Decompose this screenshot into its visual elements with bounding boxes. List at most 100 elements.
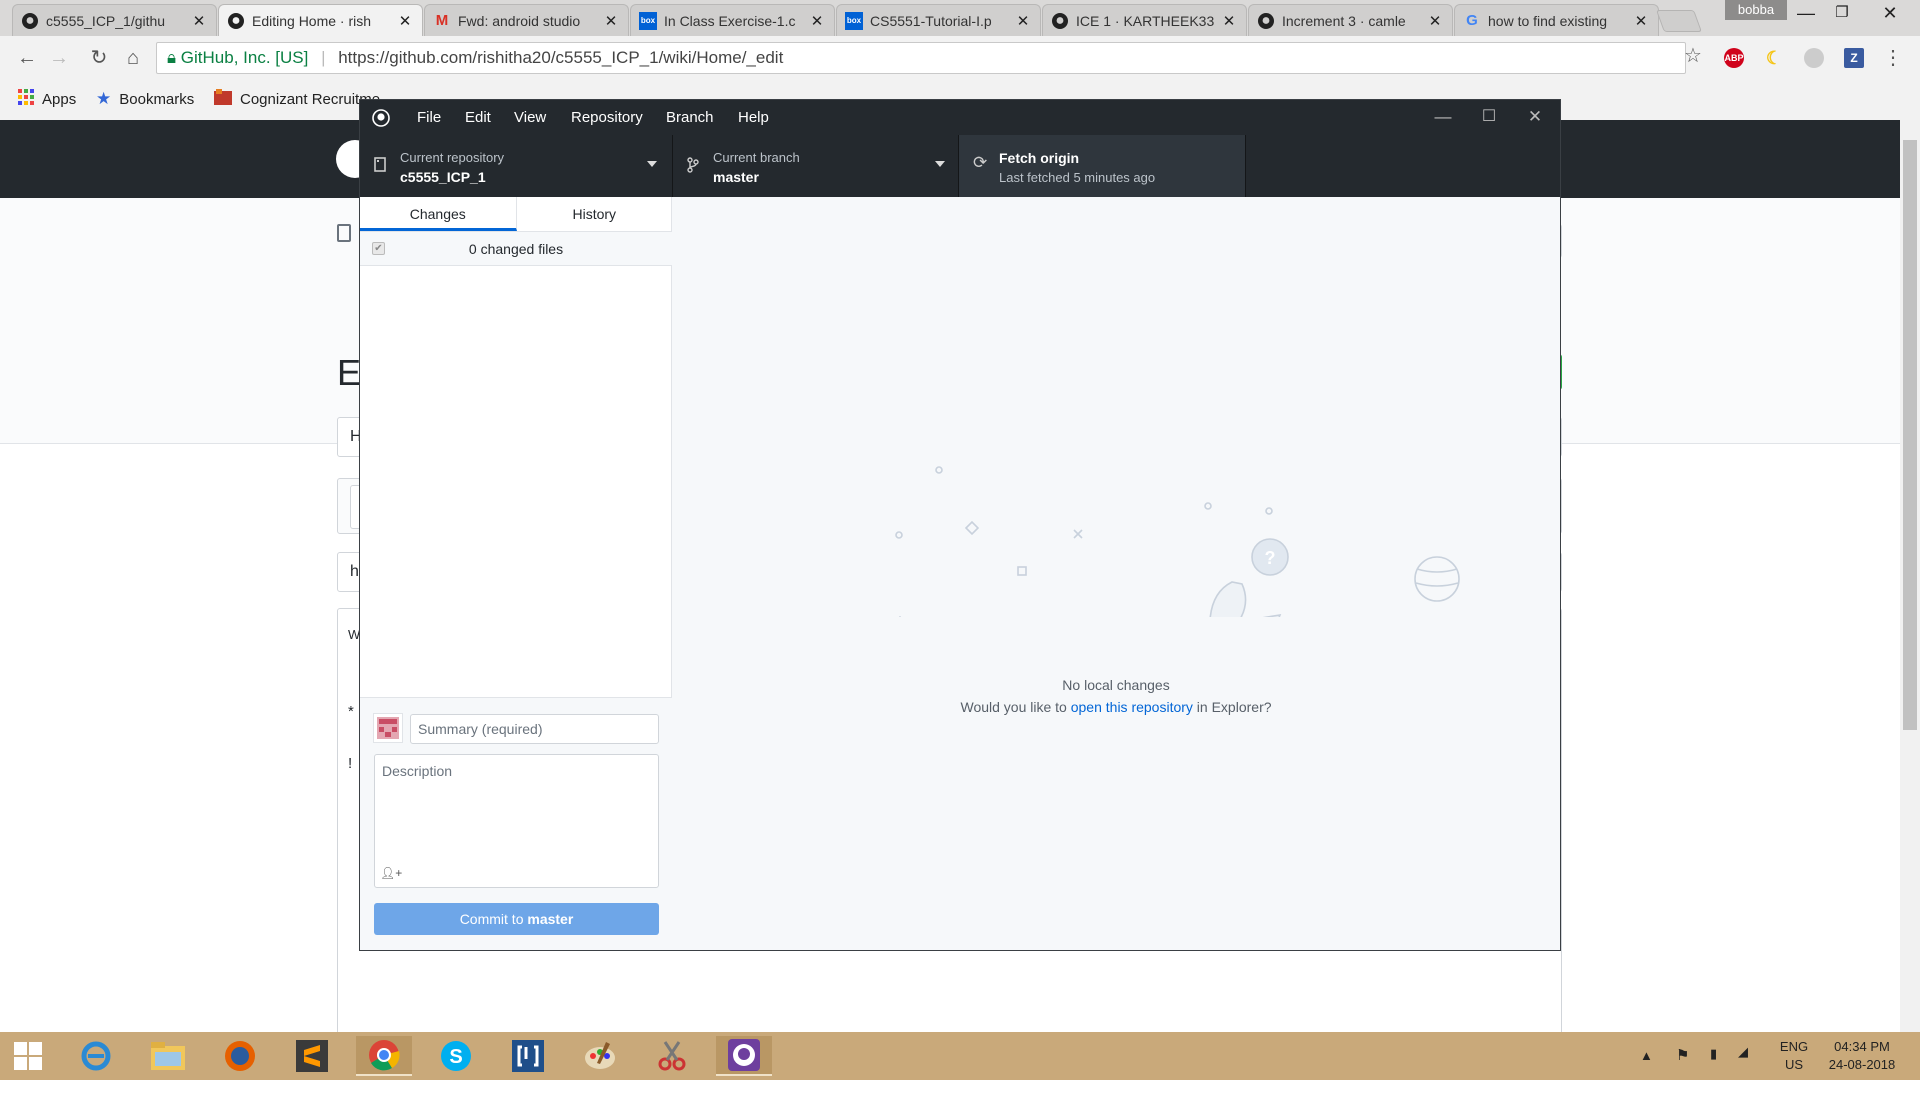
- minimize-icon[interactable]: —: [1786, 0, 1826, 28]
- browser-tab-5[interactable]: box CS5551-Tutorial-I.p ✕: [836, 4, 1041, 36]
- close-icon[interactable]: ✕: [1512, 100, 1558, 135]
- avatar: [373, 713, 403, 743]
- chrome-icon[interactable]: [356, 1036, 412, 1076]
- language-indicator[interactable]: ENG US: [1774, 1038, 1814, 1086]
- z-extension-icon[interactable]: Z: [1844, 48, 1864, 68]
- page-scrollbar-thumb[interactable]: [1903, 140, 1917, 730]
- sidebar-tabs: Changes History: [360, 197, 672, 232]
- paint-icon[interactable]: [572, 1036, 628, 1076]
- windows-start-icon[interactable]: [0, 1036, 56, 1076]
- flag-icon[interactable]: ⚑: [1676, 1046, 1689, 1094]
- subtitle-pre: Would you like to: [960, 699, 1071, 715]
- description-input[interactable]: Description: [374, 754, 659, 888]
- sublime-text-icon[interactable]: [284, 1036, 340, 1076]
- tab-title: c5555_ICP_1/githu: [46, 12, 166, 29]
- close-tab-icon[interactable]: ✕: [1220, 12, 1238, 30]
- blankslate-illustration: ?: [895, 466, 1460, 617]
- content-line: *: [348, 703, 354, 720]
- browser-tab-4[interactable]: box In Class Exercise-1.c ✕: [630, 4, 835, 36]
- no-changes-title: No local changes: [1062, 677, 1170, 693]
- bookmark-bookmarks[interactable]: ★ Bookmarks: [96, 89, 194, 109]
- site-identity[interactable]: GitHub, Inc. [US]: [181, 48, 309, 67]
- repo-icon: [337, 224, 351, 242]
- bookmark-label: Apps: [42, 90, 77, 108]
- tab-history[interactable]: History: [517, 197, 673, 231]
- fetch-label: Fetch origin: [999, 150, 1080, 166]
- restore-icon[interactable]: ❐: [1822, 0, 1862, 28]
- adblock-extension-icon[interactable]: ABP: [1724, 48, 1744, 68]
- github-icon: [227, 12, 245, 30]
- close-tab-icon[interactable]: ✕: [1014, 12, 1032, 30]
- close-tab-icon[interactable]: ✕: [1426, 12, 1444, 30]
- circle-extension-icon[interactable]: [1804, 48, 1824, 68]
- browser-tab-3[interactable]: M Fwd: android studio ✕: [424, 4, 629, 36]
- forward-arrow-icon[interactable]: →: [44, 44, 74, 72]
- windows-taskbar: S ▲ ⚑ ▮ ◢ ENG US 04:34 PM 24-08-2018: [0, 1032, 1920, 1080]
- browser-tab-1[interactable]: c5555_ICP_1/githu ✕: [12, 4, 217, 36]
- menu-help[interactable]: Help: [738, 100, 769, 135]
- maximize-icon[interactable]: ☐: [1466, 100, 1512, 135]
- close-window-icon[interactable]: ✕: [1870, 0, 1910, 28]
- clock[interactable]: 04:34 PM 24-08-2018: [1820, 1038, 1904, 1086]
- internet-explorer-icon[interactable]: [68, 1036, 124, 1076]
- bracket-app-icon[interactable]: [500, 1036, 556, 1076]
- tab-title: In Class Exercise-1.c: [664, 12, 796, 29]
- commit-form: Summary (required) Description 👤︎+ Commi…: [360, 697, 672, 950]
- browser-tab-6[interactable]: ICE 1 · KARTHEEK33 ✕: [1042, 4, 1247, 36]
- subtitle-post: in Explorer?: [1192, 699, 1272, 715]
- close-tab-icon[interactable]: ✕: [1632, 12, 1650, 30]
- menu-file[interactable]: File: [417, 100, 441, 135]
- changed-files-count: 0 changed files: [468, 241, 564, 257]
- moon-extension-icon[interactable]: ☾: [1764, 48, 1784, 68]
- browser-tab-8[interactable]: G how to find existing ✕: [1454, 4, 1659, 36]
- bookmark-cognizant[interactable]: Cognizant Recruitme: [214, 89, 380, 109]
- browser-tab-2[interactable]: Editing Home · rish ✕: [218, 4, 423, 36]
- summary-input[interactable]: Summary (required): [410, 714, 659, 744]
- current-repository-button[interactable]: Current repository c5555_ICP_1: [360, 135, 673, 197]
- skype-icon[interactable]: S: [428, 1036, 484, 1076]
- minimize-icon[interactable]: —: [1420, 100, 1466, 135]
- desktop-titlebar: File Edit View Repository Branch Help — …: [360, 100, 1560, 135]
- menu-repository[interactable]: Repository: [571, 100, 643, 135]
- menu-view[interactable]: View: [514, 100, 546, 135]
- address-bar[interactable]: 🔒︎ GitHub, Inc. [US] | https://github.co…: [156, 42, 1686, 74]
- file-explorer-icon[interactable]: [140, 1036, 196, 1076]
- add-coauthor-icon[interactable]: 👤︎+: [380, 866, 402, 880]
- open-repository-link[interactable]: open this repository: [1071, 699, 1193, 715]
- close-tab-icon[interactable]: ✕: [396, 12, 414, 30]
- gmail-icon: M: [435, 12, 449, 29]
- fetch-origin-button[interactable]: ⟳ Fetch origin Last fetched 5 minutes ag…: [959, 135, 1246, 197]
- reload-icon[interactable]: ↻: [84, 44, 114, 72]
- show-hidden-icons[interactable]: ▲: [1640, 1048, 1653, 1096]
- github-desktop-icon[interactable]: [716, 1036, 772, 1076]
- menu-branch[interactable]: Branch: [666, 100, 714, 135]
- close-tab-icon[interactable]: ✕: [808, 12, 826, 30]
- bookmark-star-icon[interactable]: ☆: [1684, 43, 1702, 68]
- last-fetched-text: Last fetched 5 minutes ago: [999, 170, 1156, 185]
- language-code: ENG: [1779, 1039, 1809, 1054]
- changes-sidebar: Changes History ✔ 0 changed files Summar…: [360, 197, 672, 950]
- content-line: W: [348, 627, 361, 642]
- profile-button[interactable]: bobba: [1725, 0, 1787, 20]
- back-arrow-icon[interactable]: ←: [12, 44, 42, 72]
- sync-icon: ⟳: [973, 153, 988, 172]
- select-all-checkbox[interactable]: ✔: [372, 242, 385, 255]
- repo-icon: [374, 157, 386, 178]
- network-icon[interactable]: ◢: [1738, 1044, 1748, 1092]
- home-icon[interactable]: ⌂: [118, 44, 148, 72]
- power-icon[interactable]: ▮: [1710, 1046, 1717, 1094]
- bookmark-apps[interactable]: Apps: [18, 89, 76, 109]
- firefox-icon[interactable]: [212, 1036, 268, 1076]
- menu-kebab-icon[interactable]: ⋮: [1878, 44, 1908, 72]
- tab-changes[interactable]: Changes: [360, 197, 517, 231]
- snipping-tool-icon[interactable]: [644, 1036, 700, 1076]
- browser-tab-7[interactable]: Increment 3 · camle ✕: [1248, 4, 1453, 36]
- close-tab-icon[interactable]: ✕: [190, 12, 208, 30]
- commit-button[interactable]: Commit to master: [374, 903, 659, 935]
- menu-edit[interactable]: Edit: [465, 100, 491, 135]
- branch-label: Current branch: [713, 150, 800, 165]
- close-tab-icon[interactable]: ✕: [602, 12, 620, 30]
- new-tab-button[interactable]: [1655, 10, 1703, 32]
- repository-name: c5555_ICP_1: [400, 169, 486, 185]
- current-branch-button[interactable]: Current branch master: [673, 135, 959, 197]
